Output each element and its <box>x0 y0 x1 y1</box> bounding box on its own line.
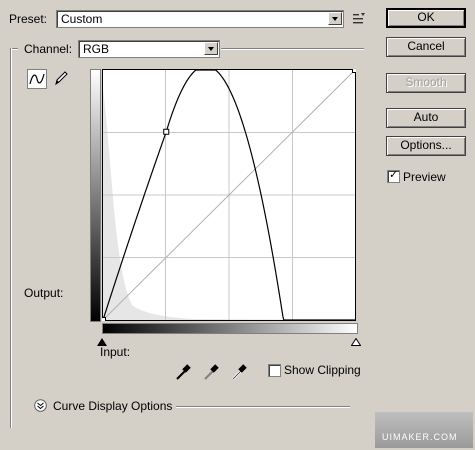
black-eyedropper-icon[interactable] <box>174 362 194 382</box>
pencil-icon <box>55 71 68 86</box>
curve-control-point[interactable] <box>163 128 170 135</box>
curve-point-tool[interactable] <box>27 69 47 89</box>
channel-group-top-line-right <box>221 48 364 50</box>
output-gradient-bar <box>90 69 101 322</box>
curves-graph[interactable] <box>100 67 358 323</box>
checkmark-icon: ✓ <box>389 169 399 181</box>
chevron-down-icon[interactable] <box>328 12 342 25</box>
ok-button[interactable]: OK <box>386 8 466 28</box>
curve-display-divider <box>176 406 350 408</box>
preset-menu-icon[interactable] <box>352 12 368 26</box>
channel-group-left-line <box>10 48 12 428</box>
curve-control-point[interactable] <box>352 67 358 73</box>
gray-eyedropper-icon[interactable] <box>202 362 222 382</box>
channel-value: RGB <box>83 42 110 56</box>
preset-label: Preset: <box>9 12 48 26</box>
cancel-button[interactable]: Cancel <box>386 37 466 57</box>
preset-value: Custom <box>61 12 103 26</box>
output-label: Output: <box>24 286 64 300</box>
preset-select[interactable]: Custom <box>56 10 344 28</box>
curve-display-options-label[interactable]: Curve Display Options <box>53 399 172 413</box>
channel-label: Channel: <box>24 42 73 56</box>
show-clipping-checkbox[interactable] <box>268 364 281 377</box>
show-clipping-label: Show Clipping <box>284 363 361 377</box>
options-button[interactable]: Options... <box>386 136 466 156</box>
chevron-down-icon[interactable] <box>204 42 218 55</box>
white-point-slider[interactable] <box>350 335 362 346</box>
black-point-slider[interactable] <box>97 335 107 346</box>
white-eyedropper-icon[interactable] <box>230 362 250 382</box>
input-label: Input: <box>100 345 131 359</box>
watermark-logo <box>375 412 473 448</box>
curve-icon <box>29 73 45 85</box>
curve-control-point[interactable] <box>100 317 106 323</box>
preview-label: Preview <box>403 170 446 184</box>
watermark-text: UIMAKER.COM <box>382 432 458 442</box>
input-gradient-bar <box>102 323 358 334</box>
expand-options-icon[interactable] <box>34 399 47 412</box>
auto-button[interactable]: Auto <box>386 108 466 128</box>
preview-checkbox[interactable]: ✓ <box>387 169 400 183</box>
channel-select[interactable]: RGB <box>78 40 220 58</box>
smooth-button[interactable]: Smooth <box>386 73 466 93</box>
pencil-tool[interactable] <box>52 69 70 87</box>
